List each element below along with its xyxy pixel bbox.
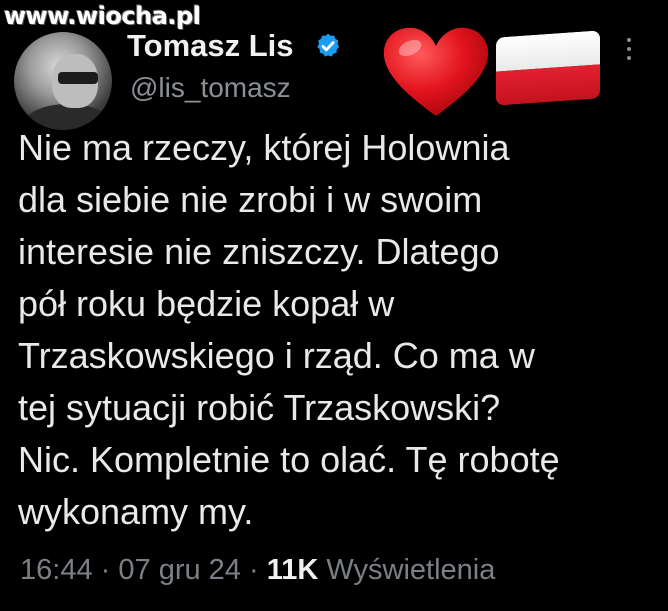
tweet-meta: 16:44 · 07 gru 24 · 11K Wyświetlenia: [20, 554, 495, 587]
poland-flag-icon: [496, 30, 600, 106]
avatar-glasses: [58, 72, 98, 84]
tweet-date[interactable]: 07 gru 24: [118, 554, 241, 586]
verified-badge-icon[interactable]: [314, 32, 342, 60]
more-dot: [627, 38, 631, 42]
avatar[interactable]: [14, 32, 112, 130]
views-count[interactable]: 11K: [267, 554, 319, 586]
tweet-line: wykonamy my.: [18, 491, 254, 532]
author-display-name[interactable]: Tomasz Lis: [127, 28, 294, 64]
tweet-time[interactable]: 16:44: [20, 554, 93, 586]
tweet-text: Nie ma rzeczy, której Holownia dla siebi…: [18, 122, 658, 538]
flag-red-stripe: [496, 64, 600, 106]
more-dot: [627, 47, 631, 51]
tweet-line: tej sytuacji robić Trzaskowski?: [18, 387, 501, 428]
more-options-icon[interactable]: [624, 38, 634, 68]
red-heart-icon: [383, 27, 489, 117]
meta-separator: ·: [248, 554, 259, 586]
meta-separator: ·: [100, 554, 111, 586]
more-dot: [627, 56, 631, 60]
views-label: Wyświetlenia: [326, 554, 496, 586]
tweet-line: pół roku będzie kopał w: [18, 283, 395, 324]
tweet-line: Nic. Kompletnie to olać. Tę robotę: [18, 439, 560, 480]
watermark: www.wiocha.pl: [4, 2, 201, 30]
tweet-line: Trzaskowskiego i rząd. Co ma w: [18, 335, 535, 376]
tweet-line: dla siebie nie zrobi i w swoim: [18, 179, 483, 220]
tweet-line: Nie ma rzeczy, której Holownia: [18, 127, 510, 168]
tweet-line: interesie nie zniszczy. Dlatego: [18, 231, 500, 272]
author-handle[interactable]: @lis_tomasz: [130, 72, 291, 104]
